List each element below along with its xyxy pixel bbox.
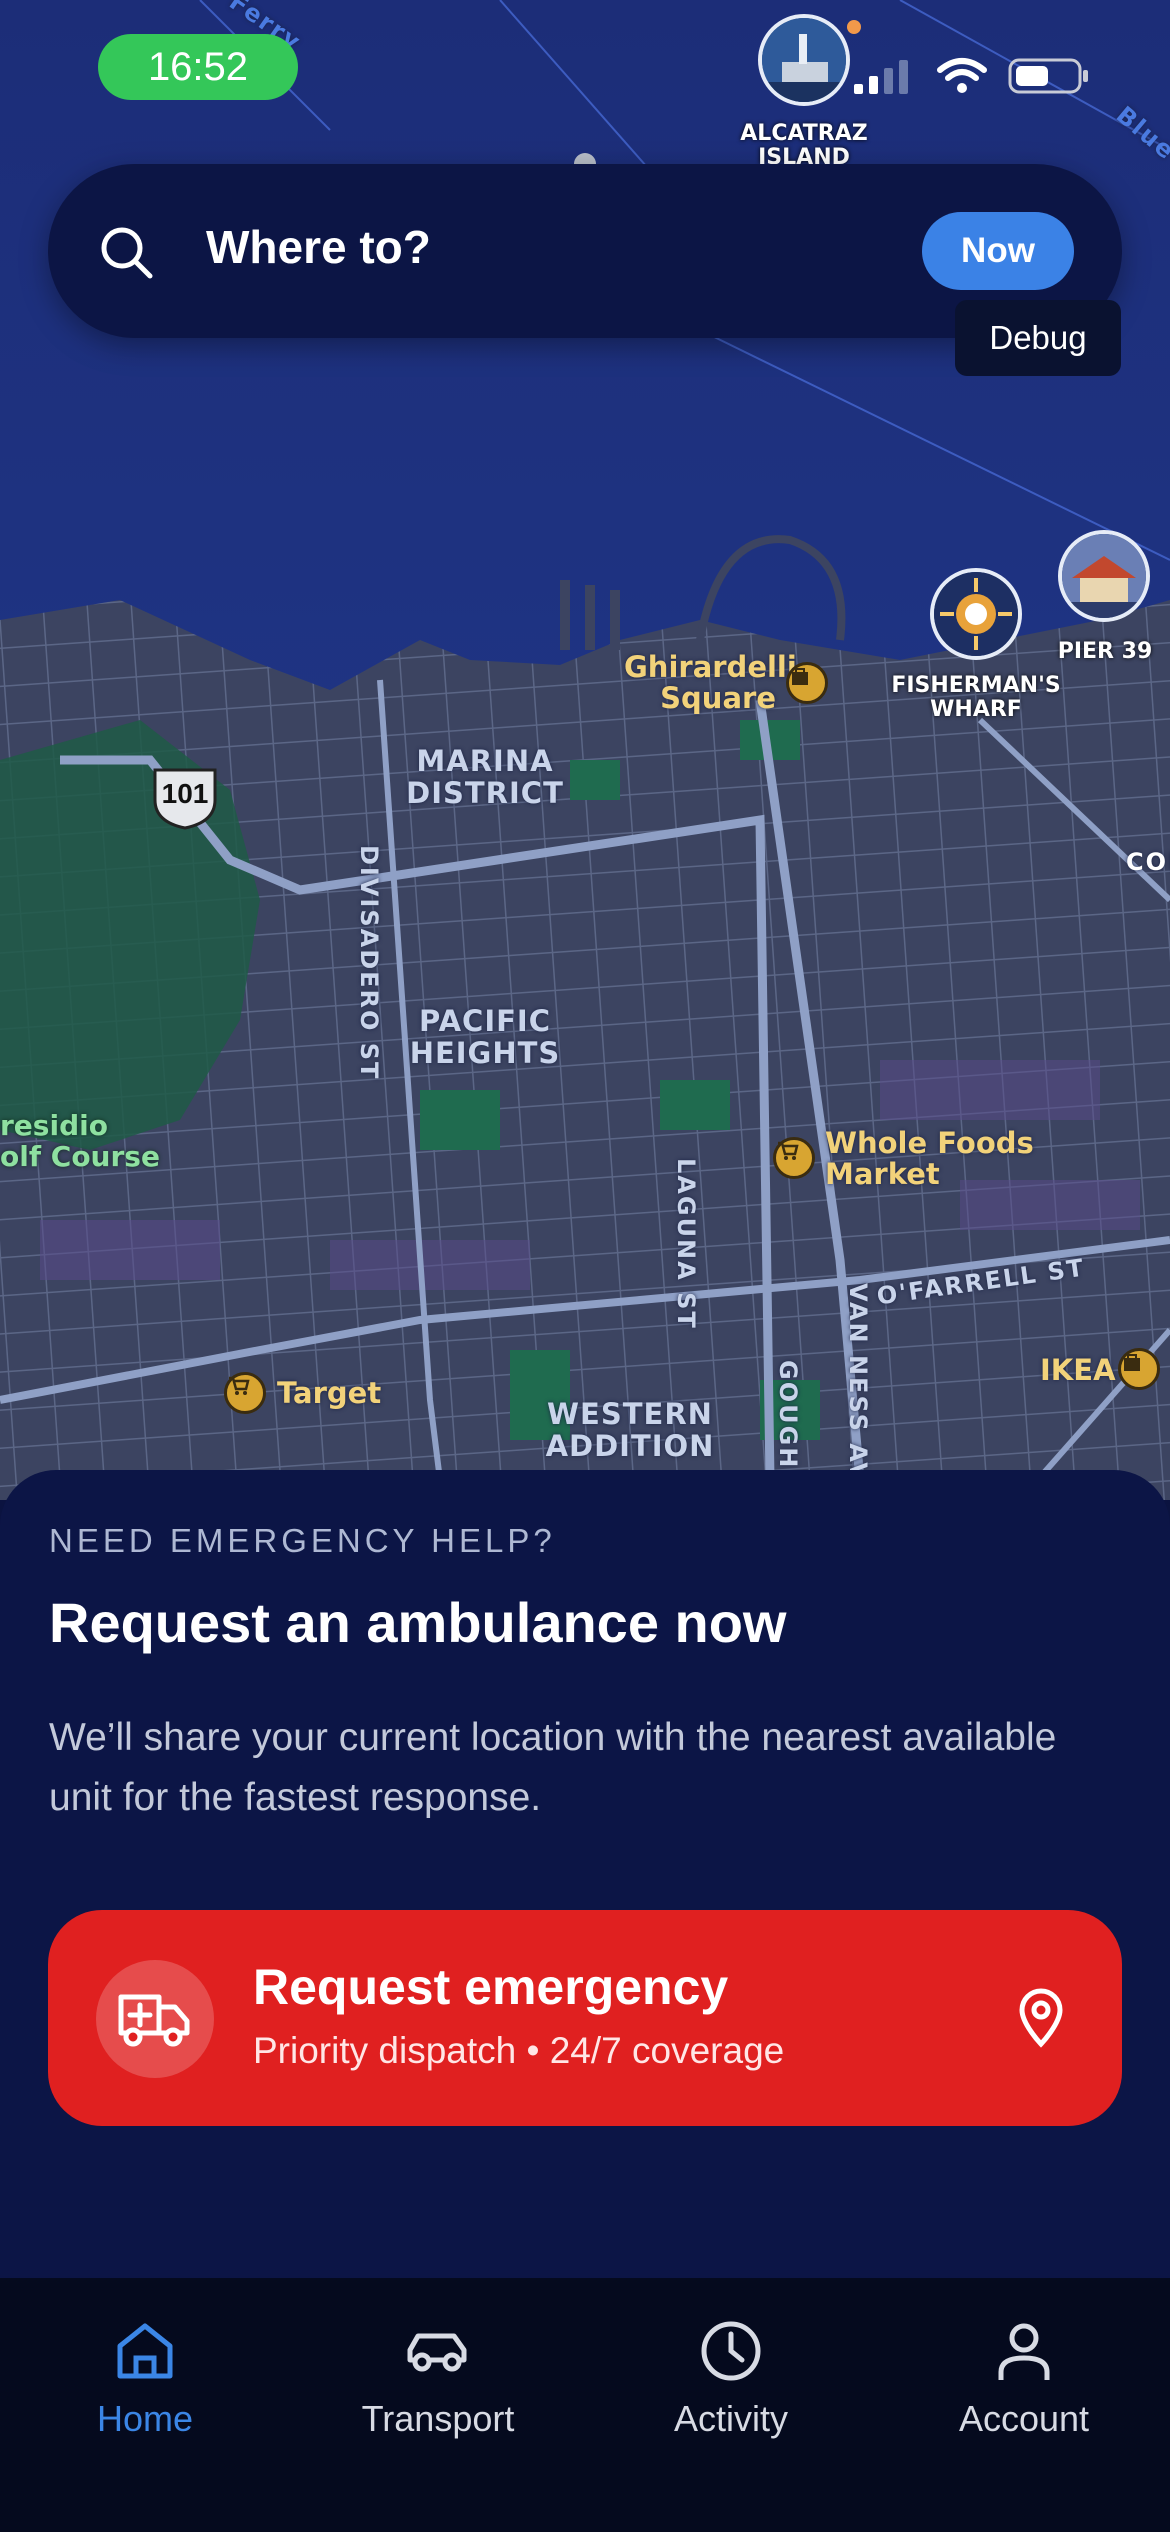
highway-number: 101 (161, 778, 209, 809)
tab-label: Activity (673, 2398, 788, 2439)
wifi-icon (936, 56, 988, 101)
tab-home[interactable]: Home (25, 2318, 265, 2458)
request-emergency-subtitle: Priority dispatch • 24/7 coverage (253, 2030, 785, 2071)
tab-bar: Home Transport Activity Account (0, 2278, 1170, 2532)
shopping-bag-icon[interactable] (786, 662, 828, 704)
search-input[interactable]: Where to? (206, 220, 431, 274)
clock-icon (701, 2321, 761, 2381)
alcatraz-landmark-icon[interactable] (758, 14, 850, 106)
tab-label: Account (958, 2398, 1090, 2439)
street-label: LAGUNA ST (672, 1158, 700, 1330)
search-icon (98, 224, 154, 285)
request-emergency-button[interactable]: Request emergency Priority dispatch • 24… (48, 1910, 1122, 2126)
cellular-signal-icon (852, 58, 914, 101)
shopping-bag-icon[interactable] (1118, 1348, 1160, 1390)
tab-label: Transport (361, 2398, 515, 2439)
cart-icon[interactable] (773, 1137, 815, 1179)
status-time: 16:52 (98, 34, 298, 100)
location-pin-icon (1016, 1988, 1066, 2053)
pier-39-icon[interactable] (1058, 530, 1150, 622)
battery-icon (1008, 56, 1090, 101)
district-label: PACIFIC HEIGHTS (409, 1004, 561, 1070)
debug-button[interactable]: Debug (955, 300, 1121, 376)
street-label: DIVISADERO ST (355, 845, 383, 1081)
poi-label: Whole Foods Market (825, 1126, 1034, 1191)
alcatraz-label: ALCATRAZ ISLAND (740, 121, 868, 170)
request-emergency-title: Request emergency (253, 1959, 729, 2015)
home-icon (117, 2323, 173, 2379)
pier-39-label: PIER 39 (1057, 639, 1153, 664)
sheet-description: We’ll share your current location with t… (49, 1716, 1057, 1819)
poi-label: Target (277, 1376, 382, 1410)
tab-account[interactable]: Account (904, 2318, 1144, 2458)
street-label: VAN NESS AV (844, 1283, 872, 1483)
poi-label: Ghirardelli Square (624, 650, 797, 715)
fishermans-wharf-label: FISHERMAN'S WHARF (891, 673, 1061, 722)
ambulance-icon (96, 1960, 214, 2078)
tab-label: Home (96, 2398, 194, 2439)
tab-activity[interactable]: Activity (611, 2318, 851, 2458)
emergency-sheet: NEED EMERGENCY HELP? Request an ambulanc… (0, 1470, 1170, 2280)
district-label: WESTERN ADDITION (545, 1397, 715, 1463)
district-label: MARINA DISTRICT (406, 744, 564, 810)
fishermans-wharf-icon[interactable] (930, 568, 1022, 660)
car-icon (407, 2333, 467, 2372)
cart-icon[interactable] (224, 1372, 266, 1414)
sheet-headline: Request an ambulance now (49, 1591, 787, 1654)
sheet-eyebrow: NEED EMERGENCY HELP? (49, 1522, 556, 1559)
person-icon (998, 2323, 1050, 2380)
park-label: residio olf Course (0, 1109, 160, 1173)
now-button[interactable]: Now (922, 212, 1074, 290)
poi-label: IKEA (1040, 1353, 1116, 1387)
tab-transport[interactable]: Transport (318, 2318, 558, 2458)
col-label: COL (1126, 848, 1170, 876)
notification-dot (847, 20, 861, 34)
street-label: GOUGH (774, 1360, 802, 1470)
